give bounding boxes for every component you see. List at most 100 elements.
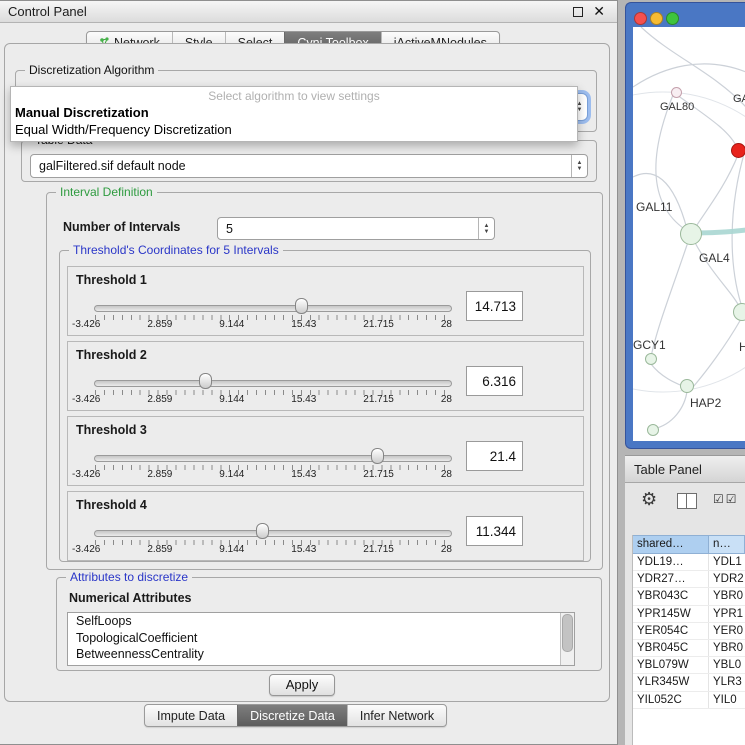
close-traffic-light-icon[interactable] — [634, 12, 647, 25]
dropdown-option-manual-discretization[interactable]: Manual Discretization — [11, 104, 577, 121]
table-panel-header[interactable]: Table Panel — [625, 455, 745, 483]
table-cell[interactable]: YER0 — [709, 623, 745, 639]
table-row[interactable]: YBR045CYBR0 — [633, 640, 745, 657]
combobox-value: galFiltered.sif default node — [39, 155, 186, 177]
tick-label: 28 — [441, 394, 452, 405]
threshold-value-input[interactable] — [466, 516, 523, 546]
tick-label: 2.859 — [147, 319, 172, 330]
combobox-stepper[interactable]: ▲ ▼ — [478, 218, 494, 239]
table-row[interactable]: YDR27…YDR2 — [633, 571, 745, 588]
table-cell[interactable]: YDL19… — [633, 554, 709, 570]
table-row[interactable]: YLR345WYLR3 — [633, 674, 745, 691]
attributes-listbox[interactable]: SelfLoops TopologicalCoefficient Between… — [67, 612, 575, 666]
tick-label: 9.144 — [219, 319, 244, 330]
node-label: GA — [733, 93, 745, 105]
column-header[interactable]: n… — [709, 535, 745, 554]
table-cell[interactable]: YER054C — [633, 623, 709, 639]
slider-thumb[interactable] — [295, 298, 308, 314]
table-row[interactable]: YPR145WYPR1 — [633, 606, 745, 623]
table-cell[interactable]: YBR0 — [709, 640, 745, 656]
table-cell[interactable]: YPR1 — [709, 606, 745, 622]
threshold-slider[interactable] — [94, 522, 452, 546]
table-row[interactable]: YBL079WYBL0 — [633, 657, 745, 674]
table-cell[interactable]: YLR345W — [633, 674, 709, 690]
scrollbar-thumb[interactable] — [562, 614, 573, 652]
column-header[interactable]: shared… — [633, 535, 709, 554]
slider-track[interactable] — [94, 380, 452, 387]
table-cell[interactable]: YIL052C — [633, 692, 709, 708]
table-row[interactable]: YDL19…YDL1 — [633, 554, 745, 571]
tab-impute-data[interactable]: Impute Data — [145, 705, 237, 726]
node-table[interactable]: shared… n… YDL19…YDL1 YDR27…YDR2 YBR043C… — [632, 535, 745, 745]
table-cell[interactable]: YBL0 — [709, 657, 745, 673]
tab-discretize-data[interactable]: Discretize Data — [237, 705, 347, 726]
checkbox-icons[interactable]: ☑☑ — [713, 492, 739, 506]
threshold-slider[interactable] — [94, 372, 452, 396]
table-cell[interactable]: YBR043C — [633, 588, 709, 604]
list-item[interactable]: SelfLoops — [68, 613, 574, 630]
network-node-selected[interactable] — [731, 143, 745, 158]
slider-track[interactable] — [94, 305, 452, 312]
table-data-combobox[interactable]: galFiltered.sif default node ▲ ▼ — [30, 154, 588, 178]
table-row[interactable]: YER054CYER0 — [633, 623, 745, 640]
slider-track[interactable] — [94, 455, 452, 462]
network-node[interactable] — [733, 303, 745, 321]
gear-icon[interactable]: ⚙ — [641, 489, 657, 510]
table-cell[interactable]: YDR2 — [709, 571, 745, 587]
table-cell[interactable]: YBR045C — [633, 640, 709, 656]
network-node[interactable] — [680, 379, 694, 393]
table-cell[interactable]: YBR0 — [709, 588, 745, 604]
tab-label: Infer Network — [360, 709, 434, 723]
table-row[interactable]: YBR043CYBR0 — [633, 588, 745, 605]
slider-track[interactable] — [94, 530, 452, 537]
list-item[interactable]: TopologicalCoefficient — [68, 630, 574, 647]
close-icon[interactable]: ✕ — [593, 3, 605, 20]
slider-thumb[interactable] — [199, 373, 212, 389]
slider-scale: -3.4262.8599.14415.4321.71528 — [72, 319, 452, 330]
zoom-traffic-light-icon[interactable] — [666, 12, 679, 25]
table-header-row: shared… n… — [633, 535, 745, 554]
table-row[interactable]: YIL052CYIL0 — [633, 692, 745, 709]
control-panel-window: Control Panel ✕ Network Style Select Cyn… — [0, 0, 618, 745]
table-cell[interactable]: YIL0 — [709, 692, 745, 708]
list-item[interactable]: BetweennessCentrality — [68, 646, 574, 663]
float-window-icon[interactable] — [573, 7, 583, 17]
network-node[interactable] — [645, 353, 657, 365]
table-cell[interactable]: YDL1 — [709, 554, 745, 570]
apply-button[interactable]: Apply — [269, 674, 335, 696]
slider-thumb[interactable] — [371, 448, 384, 464]
bottom-tab-bar: Impute Data Discretize Data Infer Networ… — [144, 704, 447, 727]
table-cell[interactable]: YDR27… — [633, 571, 709, 587]
minimize-traffic-light-icon[interactable] — [650, 12, 663, 25]
table-cell[interactable]: YLR3 — [709, 674, 745, 690]
node-label: GCY1 — [633, 338, 666, 352]
number-of-intervals-combobox[interactable]: 5 ▲ ▼ — [217, 217, 495, 240]
number-of-intervals-label: Number of Intervals — [63, 220, 180, 234]
scrollbar[interactable] — [560, 613, 574, 665]
tab-infer-network[interactable]: Infer Network — [347, 705, 446, 726]
table-cell[interactable]: YPR145W — [633, 606, 709, 622]
tick-label: 2.859 — [147, 469, 172, 480]
network-node[interactable] — [671, 87, 682, 98]
threshold-slider[interactable] — [94, 297, 452, 321]
threshold-slider[interactable] — [94, 447, 452, 471]
tick-label: 15.43 — [291, 319, 316, 330]
network-canvas[interactable]: GAL80 GA GAL11 GAL4 GCY1 H HAP2 — [633, 27, 745, 441]
dropdown-option-equal-width-frequency[interactable]: Equal Width/Frequency Discretization — [11, 121, 577, 138]
network-node[interactable] — [680, 223, 702, 245]
control-panel-titlebar[interactable]: Control Panel ✕ — [0, 1, 617, 23]
table-cell[interactable]: YBL079W — [633, 657, 709, 673]
tick-label: 15.43 — [291, 469, 316, 480]
combobox-stepper[interactable]: ▲ ▼ — [571, 155, 587, 177]
threshold-label: Threshold 3 — [76, 423, 147, 437]
threshold-label: Threshold 2 — [76, 348, 147, 362]
columns-icon[interactable] — [677, 493, 697, 509]
network-view-window[interactable]: GAL80 GA GAL11 GAL4 GCY1 H HAP2 — [625, 2, 745, 449]
tab-label: Impute Data — [157, 709, 225, 723]
window-title: Control Panel — [8, 4, 87, 19]
threshold-value-input[interactable] — [466, 441, 523, 471]
network-node[interactable] — [647, 424, 659, 436]
threshold-value-input[interactable] — [466, 366, 523, 396]
threshold-value-input[interactable] — [466, 291, 523, 321]
slider-thumb[interactable] — [256, 523, 269, 539]
